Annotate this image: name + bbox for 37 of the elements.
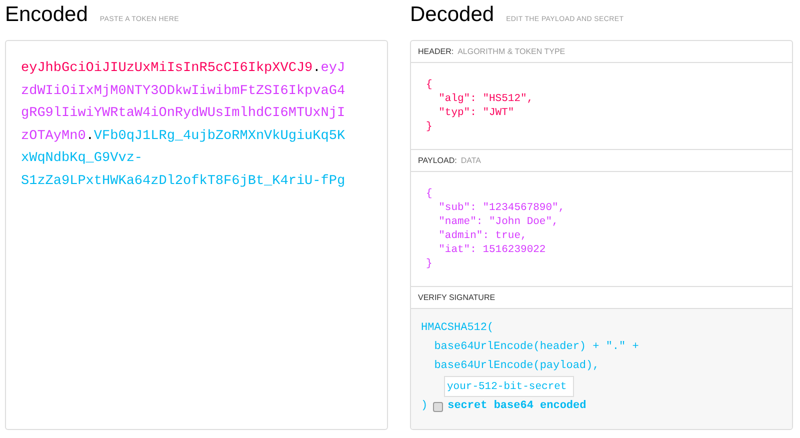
code-line: } — [426, 257, 432, 271]
checkbox-label[interactable]: secret base64 encoded — [448, 397, 586, 416]
token-text: xWqNdbKq_G9Vvz- — [21, 151, 143, 166]
code-line: base64UrlEncode(payload), — [433, 359, 600, 374]
code-line: "typ": "JWT" — [438, 106, 514, 120]
code-line: HMACSHA512( — [421, 321, 494, 336]
token-text: . — [86, 128, 94, 144]
token-input[interactable] — [5, 40, 388, 430]
section-label: PAYLOAD: — [418, 156, 457, 165]
json-editor[interactable]: { "sub": "1234567890", "name": "John Doe", "admin": true, "iat": 1516239022 } — [411, 172, 792, 287]
code-line: ) — [421, 399, 428, 414]
code-line: { — [426, 78, 432, 92]
token-text: VFb0qJ1LRg_4ujbZoRMXnVkUgiuKq5K — [94, 128, 346, 144]
json-editor[interactable]: { "alg": "HS512", "typ": "JWT" } — [411, 63, 792, 150]
code-line: "alg": "HS512", — [438, 92, 534, 106]
section-sublabel: ALGORITHM & TOKEN TYPE — [458, 47, 566, 56]
token-text: zdWIiOiIxMjM0NTY3ODkwIiwibmFtZSI6IkpvaG4 — [21, 84, 346, 98]
checkbox[interactable] — [432, 402, 443, 412]
code-line: { — [426, 187, 432, 201]
code-line: } — [426, 120, 432, 134]
code-line: "name": "John Doe", — [438, 215, 558, 229]
token-text: eyJ — [320, 61, 346, 76]
secret-input[interactable]: your-512-bit-secret — [444, 376, 574, 397]
token-text: S1zZa9LPxtHWKa64zDl2ofkT8F6jBt_K4riU-fPg — [21, 174, 346, 188]
panel-title: Encoded — [5, 2, 88, 28]
section-sublabel: DATA — [460, 156, 481, 165]
token-text: gRG9lIiwiYWRtaW4iOnRydWUsImlhdCI6MTUxNjI — [21, 106, 346, 121]
section-label: HEADER: — [418, 47, 454, 56]
section-label: VERIFY SIGNATURE — [418, 293, 496, 302]
token-text: zOTAyMn0 — [21, 128, 86, 144]
token-text: eyJhbGciOiJIUzUxMiIsInR5cCI6IkpXVCJ9 — [21, 61, 313, 76]
code-line: "sub": "1234567890", — [438, 201, 565, 215]
code-line: "iat": 1516239022 — [438, 243, 546, 257]
code-line: base64UrlEncode(header) + "." + — [433, 340, 639, 355]
panel-title: Decoded — [410, 2, 494, 28]
token-text: . — [312, 61, 321, 76]
code-line: "admin": true, — [438, 229, 527, 243]
